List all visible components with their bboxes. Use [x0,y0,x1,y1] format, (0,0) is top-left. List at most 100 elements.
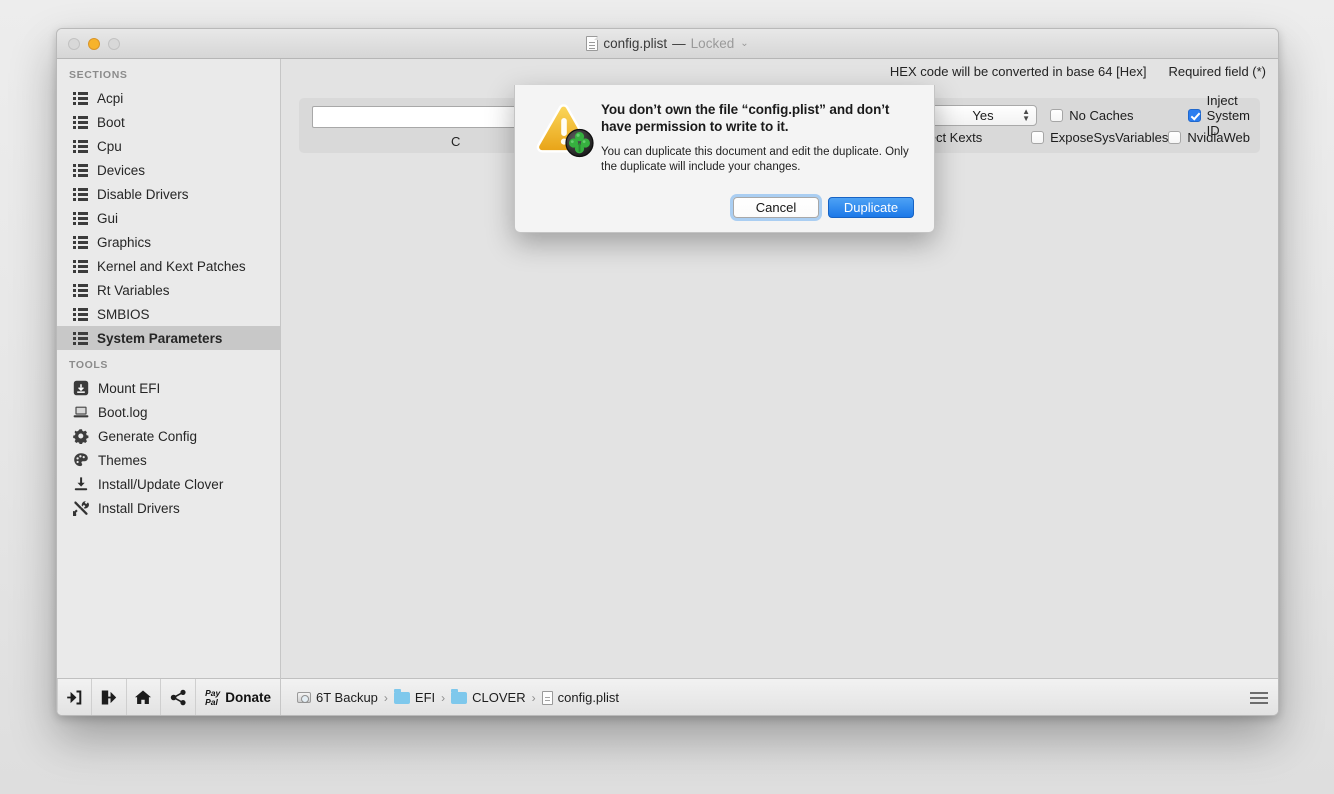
document-icon [586,36,599,51]
hint-hex: HEX code will be converted in base 64 [H… [889,64,1147,79]
checkbox-box[interactable] [1050,108,1064,122]
sidebar-item-boot[interactable]: Boot [57,110,280,134]
breadcrumb-separator: › [531,690,536,705]
list-icon [73,331,88,345]
sidebar-item-devices[interactable]: Devices [57,158,280,182]
list-icon [73,283,88,297]
warning-clover-icon [535,99,601,175]
hint-row: HEX code will be converted in base 64 [H… [890,64,1266,79]
import-button[interactable] [57,679,92,715]
checkbox-nvidia-web[interactable]: NvidiaWeb [1168,130,1250,145]
folder-icon [393,688,410,704]
left-panel-clipped-label: C [451,134,461,149]
sidebar-item-graphics[interactable]: Graphics [57,230,280,254]
list-icon [73,307,88,321]
alert-title: You don’t own the file “config.plist” an… [601,102,890,134]
permission-alert-sheet: You don’t own the file “config.plist” an… [514,85,935,233]
sidebar-item-label: SMBIOS [97,306,150,322]
sidebar-bottom-toolbar: Pay Pal Donate [57,678,280,715]
sidebar-sections-list: Acpi Boot Cpu Devices Disable Drivers Gui Grap… [57,86,280,350]
window-titlebar[interactable]: config.plist — Locked ⌄ [57,29,1278,59]
paypal-logo: Pay Pal [205,688,220,707]
path-bar: 6T Backup › EFI › CLOVER › config.plist [281,678,1278,715]
window-title-filename: config.plist [603,36,668,51]
sidebar-tool-label: Generate Config [98,428,198,444]
breadcrumb-item-config-plist[interactable]: config.plist [541,690,620,705]
disk-icon [297,692,311,703]
checkbox-no-caches[interactable]: No Caches [1050,107,1134,123]
traffic-lights [68,37,120,50]
sidebar-tool-label: Install/Update Clover [98,476,224,492]
download-icon [73,476,89,492]
sidebar-item-label: Rt Variables [97,282,170,298]
hint-required: Required field (*) [1168,64,1266,79]
breadcrumb-separator: › [441,690,446,705]
chevron-down-icon[interactable]: ⌄ [740,38,748,49]
sidebar-tool-label: Mount EFI [98,380,161,396]
checkbox-box[interactable] [1031,130,1045,144]
folder-icon [451,688,468,704]
breadcrumb-item-label: 6T Backup [316,690,378,705]
alert-buttons: Cancel Duplicate [733,197,914,218]
paypal-logo-line2: Pal [205,696,218,707]
sidebar-item-kernel-and-kext-patches[interactable]: Kernel and Kext Patches [57,254,280,278]
laptop-icon [73,404,89,420]
sidebar-item-rt-variables[interactable]: Rt Variables [57,278,280,302]
breadcrumb-item-6t-backup[interactable]: 6T Backup [297,690,378,705]
window-title-dash: — [672,36,686,51]
cancel-button[interactable]: Cancel [733,197,819,218]
sidebar-tool-mount-efi[interactable]: Mount EFI [57,376,280,400]
zoom-button[interactable] [108,37,120,50]
sidebar-tool-label: Boot.log [98,404,148,420]
hamburger-icon[interactable] [1250,691,1268,704]
sidebar-item-label: Graphics [97,234,152,250]
checkbox-label: No Caches [1069,107,1134,123]
sidebar-item-acpi[interactable]: Acpi [57,86,280,110]
right-options-panel: Yes ▲ ▼ No Caches Inject System ID Injec… [893,93,1260,153]
checkbox-box[interactable] [1168,130,1182,144]
sidebar-tool-install-update-clover[interactable]: Install/Update Clover [57,472,280,496]
clover-configurator-window: config.plist — Locked ⌄ SECTIONS Acpi Boo… [56,28,1279,716]
sidebar-item-disable-drivers[interactable]: Disable Drivers [57,182,280,206]
breadcrumb-item-label: config.plist [557,690,620,705]
sidebar-item-label: Acpi [97,90,124,106]
sidebar-item-label: Devices [97,162,146,178]
close-button[interactable] [68,37,80,50]
sidebar-item-label: System Parameters [97,330,223,346]
breadcrumb-separator: › [383,690,388,705]
breadcrumb-item-label: CLOVER [472,690,526,705]
sidebar: SECTIONS Acpi Boot Cpu Devices Disable Drive… [57,59,281,715]
duplicate-button[interactable]: Duplicate [828,197,914,218]
minimize-button[interactable] [88,37,100,50]
donate-button[interactable]: Pay Pal Donate [196,679,280,715]
checkbox-box[interactable] [1187,108,1201,122]
sidebar-item-label: Disable Drivers [97,186,189,202]
inject-kexts-value: Yes [972,107,994,123]
sidebar-tool-label: Themes [98,452,147,468]
sidebar-item-label: Boot [97,114,125,130]
sidebar-tools-header: TOOLS [69,359,108,371]
sidebar-tool-install-drivers[interactable]: Install Drivers [57,496,280,520]
list-icon [73,211,88,225]
share-button[interactable] [161,679,197,715]
breadcrumb: 6T Backup › EFI › CLOVER › config.plist [297,688,1250,705]
list-icon [73,115,88,129]
checkbox-expose-sys-variables[interactable]: ExposeSysVariables [1031,130,1168,145]
sidebar-tool-boot-log[interactable]: Boot.log [57,400,280,424]
sidebar-item-gui[interactable]: Gui [57,206,280,230]
sidebar-item-system-parameters[interactable]: System Parameters [57,326,280,350]
breadcrumb-item-clover[interactable]: CLOVER [451,688,526,705]
list-icon [73,163,88,177]
home-button[interactable] [127,679,162,715]
breadcrumb-item-efi[interactable]: EFI [393,688,435,705]
sidebar-item-smbios[interactable]: SMBIOS [57,302,280,326]
sidebar-item-cpu[interactable]: Cpu [57,134,280,158]
sidebar-scroll-area[interactable]: SECTIONS Acpi Boot Cpu Devices Disable Drive… [57,59,280,678]
options-row-1: Yes ▲ ▼ No Caches Inject System ID [903,93,1250,138]
inject-kexts-popup[interactable]: Yes ▲ ▼ [929,104,1037,126]
export-button[interactable] [92,679,127,715]
donate-label: Donate [225,690,272,705]
sidebar-tool-themes[interactable]: Themes [57,448,280,472]
sidebar-tool-generate-config[interactable]: Generate Config [57,424,280,448]
alert-message: You can duplicate this document and edit… [601,146,909,173]
